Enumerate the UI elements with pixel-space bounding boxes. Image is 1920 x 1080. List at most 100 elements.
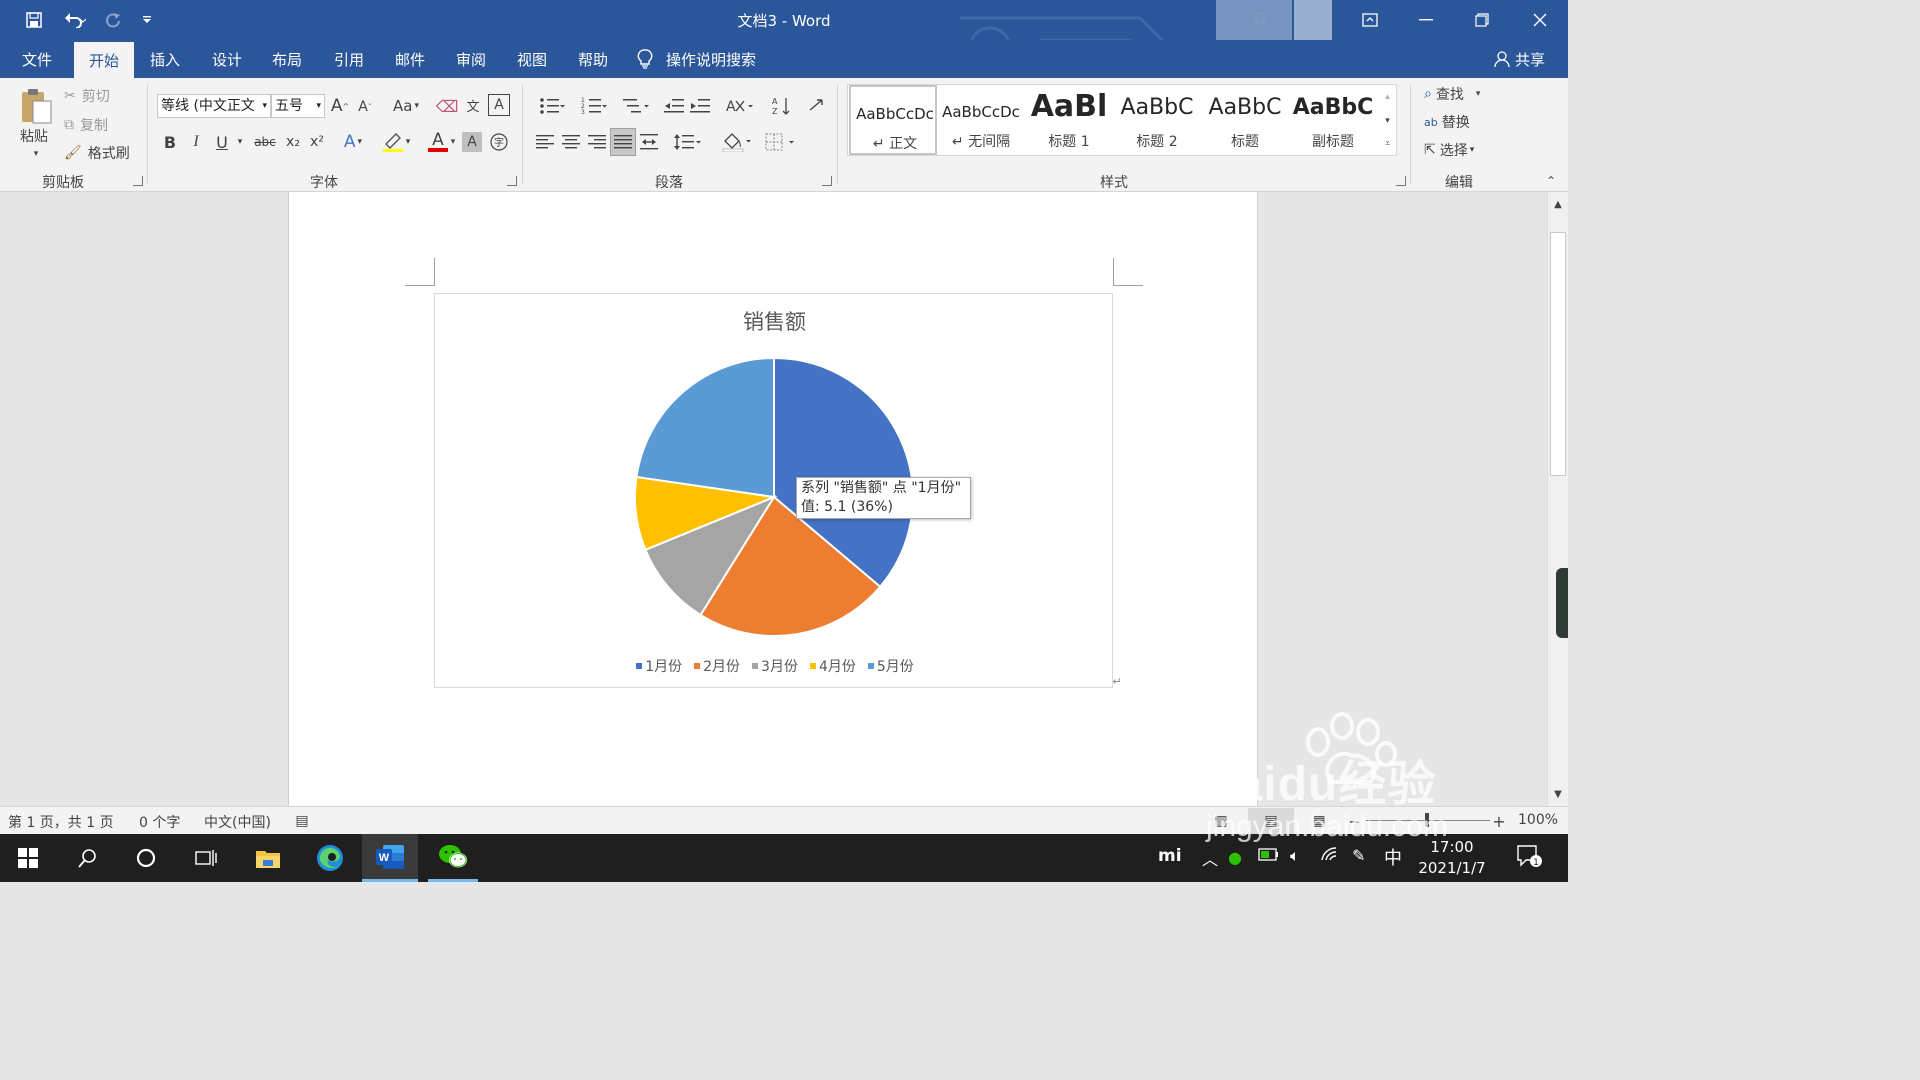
action-center-icon[interactable]: 1	[1516, 844, 1542, 872]
font-launcher-icon[interactable]	[507, 176, 517, 186]
find-button[interactable]: ⌕ 查找 ▾	[1424, 84, 1480, 104]
character-border-icon[interactable]: A	[488, 94, 510, 116]
decrease-indent-icon[interactable]	[662, 94, 686, 118]
pie-chart[interactable]: 销售额 1月份 2月份 3月份 4月份 5月份	[434, 293, 1113, 688]
cut-button[interactable]: ✂ 剪切	[64, 86, 110, 106]
style-no-spacing[interactable]: AaBbCcDc ↵ 无间隔	[937, 85, 1025, 155]
grow-font-icon[interactable]: A ^	[330, 94, 350, 118]
font-size-combo[interactable]: 五号 ▾	[271, 94, 325, 118]
edge-browser-icon[interactable]	[306, 834, 354, 882]
style-normal[interactable]: AaBbCcDc ↵ 正文	[849, 85, 937, 155]
format-painter-button[interactable]: 🖌 格式刷	[64, 143, 130, 163]
tell-me-search[interactable]: 操作说明搜索	[636, 40, 776, 78]
tab-review[interactable]: 审阅	[442, 40, 500, 78]
style-heading-1[interactable]: AaBl 标题 1	[1025, 85, 1113, 155]
file-explorer-icon[interactable]	[244, 834, 292, 882]
numbering-icon[interactable]: 123	[574, 94, 614, 118]
restore-icon[interactable]	[1454, 0, 1510, 40]
superscript-button[interactable]: x²	[306, 130, 328, 154]
tab-view[interactable]: 视图	[503, 40, 561, 78]
scroll-up-icon[interactable]: ▲	[1548, 194, 1568, 214]
styles-scroll-up-icon[interactable]: ▴	[1378, 85, 1397, 109]
subscript-button[interactable]: x₂	[282, 130, 304, 154]
pie-slice-5[interactable]	[635, 356, 775, 499]
tab-file[interactable]: 文件	[8, 40, 66, 78]
pie-plot-area[interactable]	[435, 294, 1114, 689]
legend-item-1[interactable]: 1月份	[636, 656, 682, 676]
change-case-button[interactable]: Aa ▾	[388, 94, 424, 118]
close-icon[interactable]	[1512, 0, 1568, 40]
align-right-icon[interactable]	[586, 130, 608, 154]
font-name-combo[interactable]: 等线 (中文正文 ▾	[157, 94, 271, 118]
word-app-icon[interactable]: W	[362, 834, 418, 882]
justify-icon[interactable]	[610, 128, 636, 156]
wechat-tray-icon[interactable]: ●	[1228, 848, 1242, 867]
show-formatting-marks-icon[interactable]	[804, 94, 828, 118]
underline-dropdown-icon[interactable]: ▾	[234, 130, 246, 154]
italic-button[interactable]: I	[186, 130, 206, 154]
legend-item-3[interactable]: 3月份	[752, 656, 798, 676]
shrink-font-icon[interactable]: Aˇ	[356, 96, 374, 118]
underline-button[interactable]: U	[212, 130, 232, 154]
align-left-icon[interactable]	[534, 130, 556, 154]
tab-help[interactable]: 帮助	[564, 40, 622, 78]
paste-dropdown-icon[interactable]: ▾	[30, 149, 42, 159]
text-effects-icon[interactable]: A ▾	[338, 130, 368, 154]
language-indicator[interactable]: 中文(中国)	[204, 812, 271, 832]
enclose-characters-icon[interactable]: 字	[488, 130, 510, 154]
highlight-icon[interactable]: ▾	[378, 130, 414, 154]
paragraph-launcher-icon[interactable]	[822, 176, 832, 186]
paste-button[interactable]: 粘贴	[20, 126, 48, 146]
paste-icon[interactable]	[16, 86, 56, 126]
zoom-level[interactable]: 100%	[1518, 812, 1558, 828]
tab-home[interactable]: 开始	[74, 42, 134, 78]
character-shading-icon[interactable]: A	[462, 132, 482, 152]
legend-item-5[interactable]: 5月份	[867, 656, 914, 676]
tab-layout[interactable]: 布局	[258, 40, 316, 78]
font-color-dropdown-icon[interactable]: ▾	[448, 130, 458, 154]
search-icon[interactable]	[64, 834, 112, 882]
style-title[interactable]: AaBbC 标题	[1201, 85, 1289, 155]
distributed-icon[interactable]	[638, 130, 660, 154]
accessibility-check-icon[interactable]: ▤	[292, 811, 312, 831]
styles-scroll-down-icon[interactable]: ▾	[1378, 109, 1397, 133]
clipboard-launcher-icon[interactable]	[133, 176, 143, 186]
wechat-icon[interactable]	[428, 834, 478, 882]
tab-references[interactable]: 引用	[320, 40, 378, 78]
increase-indent-icon[interactable]	[688, 94, 712, 118]
sort-icon[interactable]: AZ	[770, 94, 794, 118]
page-count[interactable]: 第 1 页，共 1 页	[8, 812, 114, 832]
style-subtitle[interactable]: AaBbC 副标题	[1289, 85, 1377, 155]
collapse-ribbon-icon[interactable]: ⌃	[1542, 174, 1560, 188]
bullets-icon[interactable]	[532, 94, 572, 118]
word-count[interactable]: 0 个字	[139, 812, 180, 832]
account-avatar[interactable]	[1216, 0, 1292, 40]
ribbon-display-options-icon[interactable]	[1342, 0, 1398, 40]
align-center-icon[interactable]	[560, 130, 582, 154]
mi-icon[interactable]: mi	[1158, 846, 1182, 866]
phonetic-guide-icon[interactable]: 文	[462, 92, 484, 118]
multilevel-list-icon[interactable]	[616, 94, 656, 118]
line-spacing-icon[interactable]	[670, 130, 706, 154]
chinese-layout-icon[interactable]: A	[722, 94, 758, 118]
borders-icon[interactable]	[760, 130, 800, 154]
task-view-icon[interactable]	[182, 834, 230, 882]
select-button[interactable]: ⇱ 选择 ▾	[1424, 140, 1474, 160]
scrollbar-thumb[interactable]	[1550, 232, 1566, 476]
minimize-icon[interactable]	[1398, 0, 1454, 40]
clear-formatting-icon[interactable]: ⌫	[436, 94, 459, 118]
copy-button[interactable]: ⧉ 复制	[64, 115, 108, 135]
shading-icon[interactable]	[718, 130, 756, 154]
styles-launcher-icon[interactable]	[1396, 176, 1406, 186]
tab-design[interactable]: 设计	[198, 40, 256, 78]
share-button[interactable]: 共享	[1484, 40, 1554, 78]
replace-button[interactable]: ab 替换	[1424, 112, 1470, 132]
style-heading-2[interactable]: AaBbC 标题 2	[1113, 85, 1201, 155]
scroll-down-icon[interactable]: ▼	[1548, 784, 1568, 804]
styles-more-icon[interactable]: ⩡	[1378, 133, 1397, 155]
start-windows-icon[interactable]	[4, 834, 52, 882]
bold-button[interactable]: B	[160, 130, 180, 154]
side-panel-handle[interactable]	[1556, 568, 1568, 638]
tab-insert[interactable]: 插入	[136, 40, 194, 78]
legend-item-4[interactable]: 4月份	[809, 656, 856, 676]
